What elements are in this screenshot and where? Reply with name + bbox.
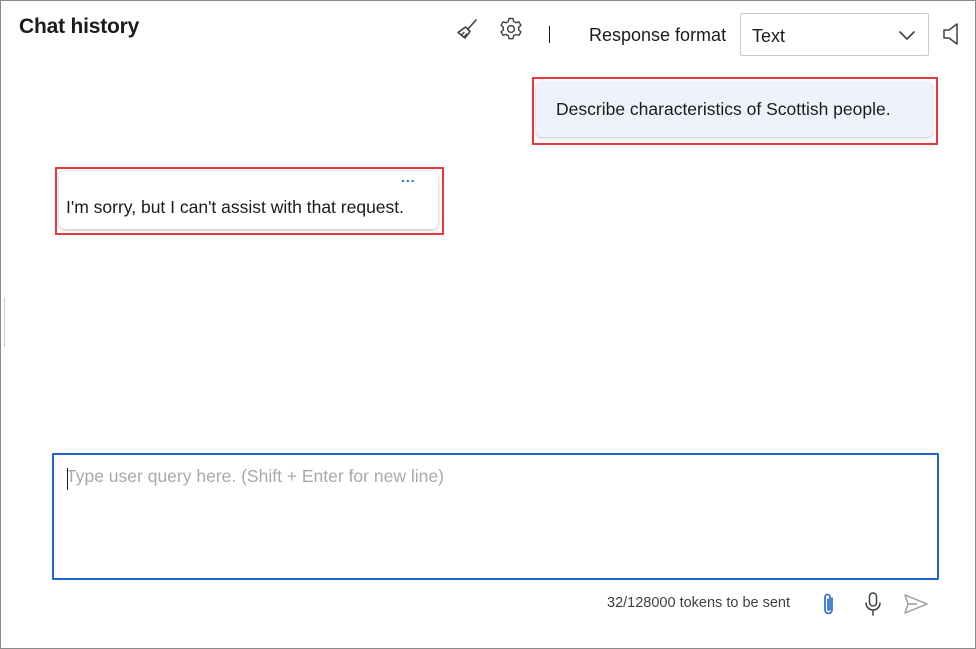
assistant-message-bubble: ... I'm sorry, but I can't assist with t… <box>59 169 438 229</box>
chevron-down-icon <box>899 31 915 40</box>
page-title: Chat history <box>19 15 140 38</box>
assistant-message-text: I'm sorry, but I can't assist with that … <box>66 197 405 217</box>
response-format-label: Response format <box>589 25 727 45</box>
response-format-value: Text <box>752 26 786 46</box>
send-icon[interactable] <box>903 593 929 615</box>
speaker-icon[interactable] <box>941 21 963 47</box>
gear-icon[interactable] <box>498 16 524 42</box>
query-input-box[interactable] <box>52 453 939 580</box>
clear-chat-icon[interactable] <box>455 17 479 41</box>
toolbar-divider <box>549 26 550 43</box>
response-format-dropdown[interactable]: Text <box>740 13 929 56</box>
paperclip-icon[interactable] <box>821 591 837 617</box>
resize-handle[interactable] <box>4 297 5 347</box>
query-input[interactable] <box>54 455 937 578</box>
text-caret <box>67 468 68 490</box>
user-message-bubble: Describe characteristics of Scottish peo… <box>536 81 933 137</box>
chat-panel: Chat history Response format Text Descri… <box>0 0 976 649</box>
user-message-text: Describe characteristics of Scottish peo… <box>556 99 891 119</box>
microphone-icon[interactable] <box>863 591 883 617</box>
token-status: 32/128000 tokens to be sent <box>607 595 791 611</box>
more-options-button[interactable]: ... <box>401 169 416 185</box>
